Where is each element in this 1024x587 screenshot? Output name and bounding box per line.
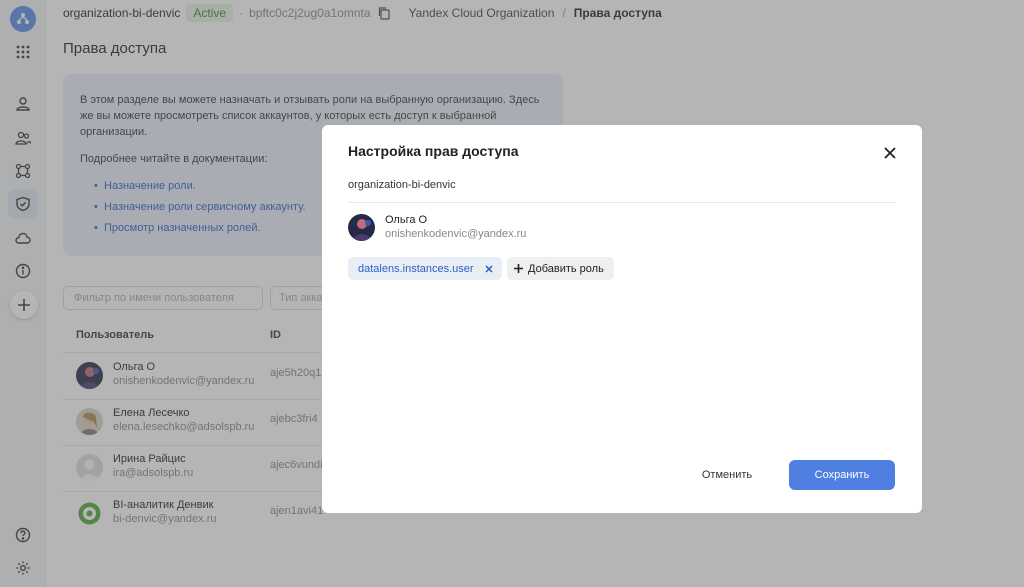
dialog-user-email: onishenkodenvic@yandex.ru xyxy=(385,228,527,240)
close-icon[interactable] xyxy=(880,143,900,163)
remove-role-icon[interactable] xyxy=(484,264,494,274)
cancel-button[interactable]: Отменить xyxy=(694,460,760,490)
role-chip-label: datalens.instances.user xyxy=(358,262,474,275)
role-chip: datalens.instances.user xyxy=(348,257,502,280)
dialog-title: Настройка прав доступа xyxy=(348,143,519,159)
add-role-button[interactable]: Добавить роль xyxy=(507,257,614,280)
access-settings-dialog: Настройка прав доступа organization-bi-d… xyxy=(322,125,922,513)
avatar xyxy=(348,214,375,241)
plus-icon xyxy=(513,263,524,274)
save-button[interactable]: Сохранить xyxy=(789,460,895,490)
add-role-label: Добавить роль xyxy=(528,262,604,275)
dialog-org-name: organization-bi-denvic xyxy=(348,179,456,191)
dialog-user-name: Ольга О xyxy=(385,214,428,226)
dialog-divider xyxy=(348,202,896,203)
